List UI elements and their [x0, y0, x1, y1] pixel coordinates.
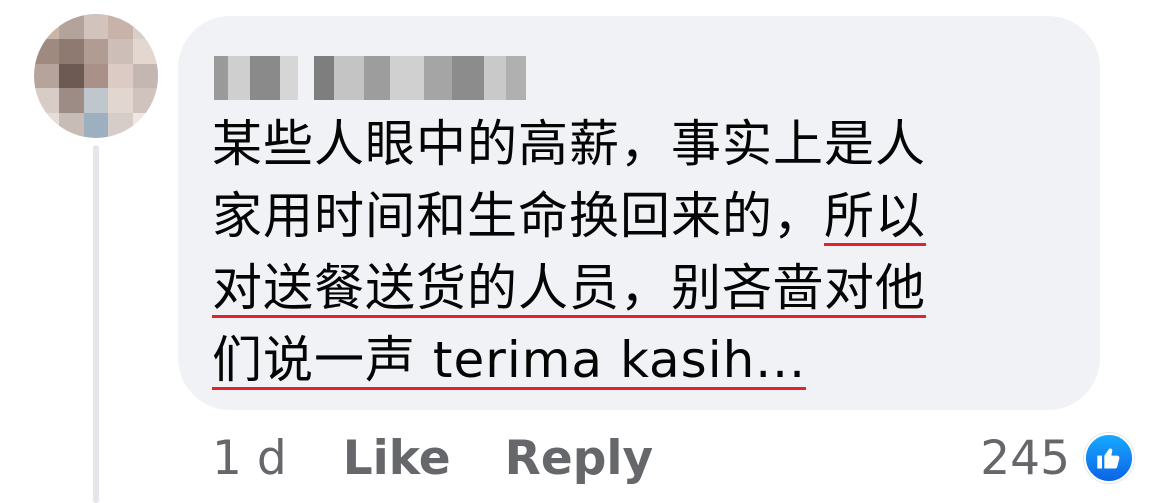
- comment-actions: 1 d Like Reply: [212, 430, 707, 486]
- reactions-summary[interactable]: 245: [980, 430, 1134, 486]
- text-segment: 某些人眼中的高薪，事实上是人: [212, 115, 926, 173]
- reaction-count: 245: [980, 430, 1070, 486]
- like-button[interactable]: Like: [343, 431, 451, 486]
- avatar[interactable]: [34, 14, 158, 138]
- comment-text: 某些人眼中的高薪，事实上是人 家用时间和生命换回来的，所以对送餐送货的人员，别吝啬…: [212, 108, 1092, 396]
- underlined-text-segment: 对送餐送货的人员，别吝啬对他: [212, 259, 926, 317]
- timestamp[interactable]: 1 d: [212, 431, 287, 486]
- author-name-blurred[interactable]: [214, 56, 526, 100]
- thumbs-up-icon: [1084, 433, 1134, 483]
- underlined-text-segment: 们说一声 terima kasih...: [212, 331, 806, 389]
- text-segment: 家用时间和生命换回来的，: [212, 187, 824, 245]
- reply-button[interactable]: Reply: [505, 431, 653, 486]
- thread-line: [93, 145, 99, 503]
- underlined-text-segment: 所以: [824, 187, 926, 245]
